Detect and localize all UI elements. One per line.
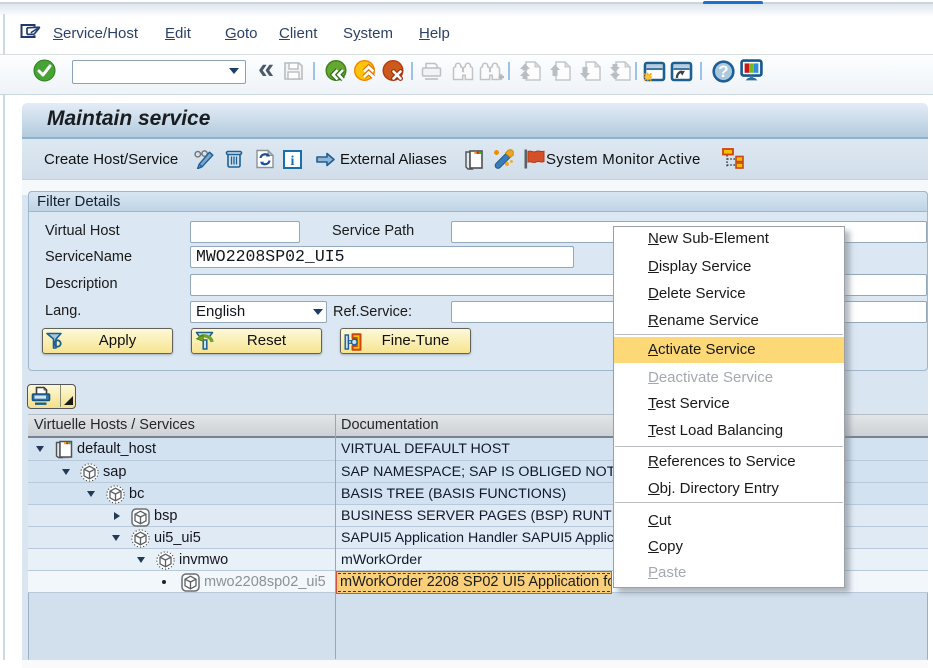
svg-text:?: ? <box>718 62 728 81</box>
svg-text:i: i <box>291 154 295 169</box>
